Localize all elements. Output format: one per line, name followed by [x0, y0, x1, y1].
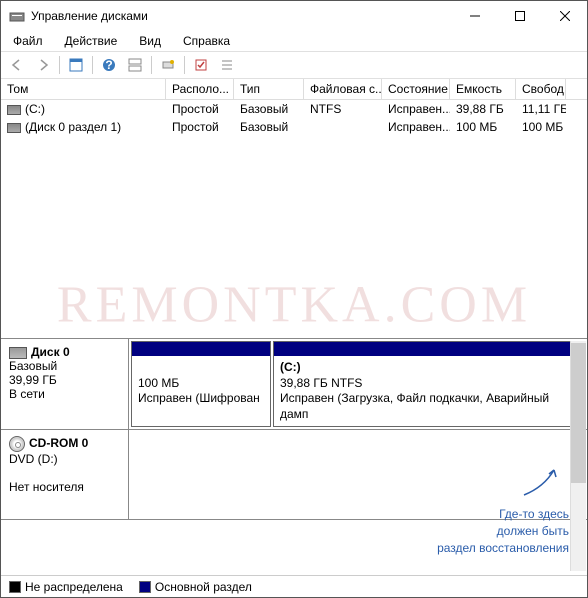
app-icon — [9, 8, 25, 24]
column-filesystem[interactable]: Файловая с... — [304, 79, 382, 99]
cdrom-icon — [9, 436, 25, 452]
volume-list-pane: Том Располо... Тип Файловая с... Состоян… — [1, 79, 587, 339]
cdrom-name: CD-ROM 0 — [29, 437, 88, 451]
menu-action[interactable]: Действие — [61, 32, 122, 50]
help-button[interactable]: ? — [97, 54, 121, 76]
disk-row[interactable]: Диск 0 Базовый 39,99 ГБ В сети 100 МБ Ис… — [1, 339, 587, 430]
partition-size: 39,88 ГБ NTFS — [280, 376, 362, 390]
cell-capacity: 100 МБ — [450, 118, 516, 136]
cell-type: Базовый — [234, 100, 304, 118]
view-button[interactable] — [64, 54, 88, 76]
maximize-button[interactable] — [497, 1, 542, 31]
vertical-scrollbar[interactable] — [570, 341, 586, 571]
column-layout[interactable]: Располо... — [166, 79, 234, 99]
layout-button[interactable] — [123, 54, 147, 76]
disk-type: Базовый — [9, 359, 57, 373]
properties-button[interactable] — [189, 54, 213, 76]
partition-label: (C:) — [280, 360, 301, 374]
legend-unallocated: Не распределена — [9, 580, 123, 594]
cell-fs — [304, 118, 382, 136]
legend-label: Не распределена — [25, 580, 123, 594]
back-button[interactable] — [5, 54, 29, 76]
table-body: (C:) Простой Базовый NTFS Исправен... 39… — [1, 100, 587, 136]
disk-status: В сети — [9, 387, 45, 401]
partition[interactable]: 100 МБ Исправен (Шифрован — [131, 341, 271, 427]
legend-primary: Основной раздел — [139, 580, 252, 594]
list-button[interactable] — [215, 54, 239, 76]
column-status[interactable]: Состояние — [382, 79, 450, 99]
titlebar: Управление дисками — [1, 1, 587, 31]
partitions: 100 МБ Исправен (Шифрован (C:) 39,88 ГБ … — [129, 339, 587, 429]
close-button[interactable] — [542, 1, 587, 31]
cdrom-device: DVD (D:) — [9, 452, 58, 466]
partition[interactable]: (C:) 39,88 ГБ NTFS Исправен (Загрузка, Ф… — [273, 341, 585, 427]
menubar: Файл Действие Вид Справка — [1, 31, 587, 51]
disk-graphic-pane: Диск 0 Базовый 39,99 ГБ В сети 100 МБ Ис… — [1, 339, 587, 520]
cell-free: 11,11 ГБ — [516, 100, 566, 118]
legend-label: Основной раздел — [155, 580, 252, 594]
partition-header — [132, 342, 270, 356]
column-type[interactable]: Тип — [234, 79, 304, 99]
column-volume[interactable]: Том — [1, 79, 166, 99]
cell-capacity: 39,88 ГБ — [450, 100, 516, 118]
annotation-arrow-icon — [519, 467, 559, 497]
legend-swatch-icon — [9, 581, 21, 593]
cell-status: Исправен... — [382, 100, 450, 118]
partition-header — [274, 342, 584, 356]
cell-type: Базовый — [234, 118, 304, 136]
forward-button[interactable] — [31, 54, 55, 76]
svg-text:?: ? — [105, 58, 112, 72]
partition-size: 100 МБ — [138, 376, 179, 390]
partition-state: Исправен (Шифрован — [138, 391, 260, 405]
table-row[interactable]: (Диск 0 раздел 1) Простой Базовый Исправ… — [1, 118, 587, 136]
legend-swatch-icon — [139, 581, 151, 593]
toolbar: ? — [1, 51, 587, 79]
cell-status: Исправен... — [382, 118, 450, 136]
table-header: Том Располо... Тип Файловая с... Состоян… — [1, 79, 587, 100]
volume-icon — [7, 105, 21, 115]
cdrom-status: Нет носителя — [9, 480, 84, 494]
column-capacity[interactable]: Емкость — [450, 79, 516, 99]
window-title: Управление дисками — [31, 9, 452, 23]
cell-free: 100 МБ — [516, 118, 566, 136]
menu-file[interactable]: Файл — [9, 32, 47, 50]
cell-layout: Простой — [166, 118, 234, 136]
menu-view[interactable]: Вид — [135, 32, 165, 50]
table-row[interactable]: (C:) Простой Базовый NTFS Исправен... 39… — [1, 100, 587, 118]
disk-size: 39,99 ГБ — [9, 373, 57, 387]
scroll-thumb[interactable] — [571, 343, 586, 483]
cell-volume: (Диск 0 раздел 1) — [25, 120, 121, 134]
column-free[interactable]: Свобод. — [516, 79, 566, 99]
legend: Не распределена Основной раздел — [1, 575, 587, 597]
cell-layout: Простой — [166, 100, 234, 118]
partition-state: Исправен (Загрузка, Файл подкачки, Авари… — [280, 391, 549, 421]
cell-volume: (C:) — [25, 102, 45, 116]
minimize-button[interactable] — [452, 1, 497, 31]
disk-label: CD-ROM 0 DVD (D:) Нет носителя — [1, 430, 129, 519]
disk-name: Диск 0 — [31, 345, 70, 359]
disk-label: Диск 0 Базовый 39,99 ГБ В сети — [1, 339, 129, 429]
volume-icon — [7, 123, 21, 133]
menu-help[interactable]: Справка — [179, 32, 234, 50]
cell-fs: NTFS — [304, 100, 382, 118]
disk-icon — [9, 347, 27, 359]
refresh-button[interactable] — [156, 54, 180, 76]
annotation-text: Где-то здесь должен быть раздел восстано… — [437, 506, 569, 557]
